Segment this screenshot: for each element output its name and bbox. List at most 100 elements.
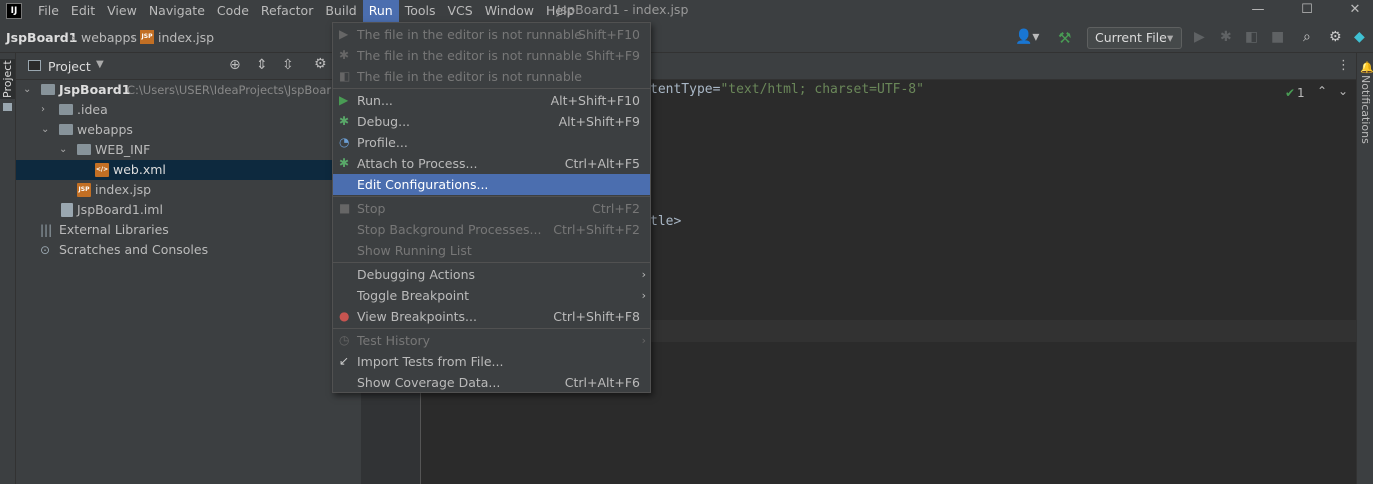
locate-target-icon[interactable]: ⊕: [229, 57, 241, 73]
tree-item-external-libraries[interactable]: ||| External Libraries: [16, 220, 361, 240]
inspection-ok-icon[interactable]: ✔: [1285, 86, 1295, 100]
tree-item-label: index.jsp: [95, 182, 152, 197]
submenu-arrow-icon: ›: [641, 289, 646, 302]
menu-item-import-tests[interactable]: ↙ Import Tests from File...: [333, 351, 650, 372]
menu-separator: [333, 328, 650, 329]
tree-item-label: Scratches and Consoles: [59, 242, 209, 257]
code-with-me-icon[interactable]: ◆: [1354, 29, 1365, 45]
left-tool-strip: Project: [0, 53, 16, 484]
inspection-count: 1: [1297, 86, 1305, 100]
minimize-button[interactable]: —: [1235, 0, 1281, 22]
code-line-content-type: tentType="text/html; charset=UTF-8": [650, 82, 924, 97]
menu-refactor[interactable]: Refactor: [255, 0, 319, 22]
navigation-bar: JspBoard1 › webapps › JSP index.jsp 👤▾ ⚒…: [0, 22, 1373, 53]
close-button[interactable]: ✕: [1332, 0, 1373, 22]
menu-item-toggle-breakpoint[interactable]: Toggle Breakpoint ›: [333, 285, 650, 306]
project-path: C:\Users\USER\IdeaProjects\JspBoar: [127, 83, 332, 97]
folder-icon: [59, 104, 73, 115]
menu-item-stop-background: Stop Background Processes... Ctrl+Shift+…: [357, 222, 640, 237]
notifications-tool-tab[interactable]: Notifications: [1359, 75, 1372, 144]
chevron-down-icon[interactable]: ⌄: [23, 80, 31, 100]
chevron-down-icon[interactable]: ⌄: [41, 120, 49, 140]
breadcrumb-folder[interactable]: webapps: [81, 30, 137, 45]
tree-item-index-jsp[interactable]: JSP index.jsp: [16, 180, 361, 200]
profiler-gauge-icon: ◔: [339, 135, 350, 149]
menu-run[interactable]: Run: [362, 0, 399, 22]
run-configuration-selector[interactable]: Current File ▾: [1087, 27, 1182, 49]
menu-item-attach-process[interactable]: ✱ Attach to Process... Ctrl+Alt+F5: [333, 153, 650, 174]
menu-navigate[interactable]: Navigate: [143, 0, 211, 22]
menu-item-edit-configurations[interactable]: Edit Configurations...: [333, 174, 650, 195]
menu-separator: [333, 196, 650, 197]
folder-icon[interactable]: [3, 103, 12, 111]
build-hammer-icon[interactable]: ⚒: [1058, 29, 1071, 47]
tree-item-web-xml[interactable]: </> web.xml: [16, 160, 361, 180]
tree-item-label: JspBoard1.iml: [77, 202, 163, 217]
tree-item-label: web.xml: [113, 162, 166, 177]
breadcrumb-file[interactable]: index.jsp: [158, 30, 214, 45]
chevron-down-icon[interactable]: ⌄: [1338, 84, 1348, 98]
project-panel-title[interactable]: Project: [48, 59, 91, 74]
tree-item-label: JspBoard1: [59, 82, 131, 97]
breadcrumb-separator-icon: ›: [131, 30, 136, 45]
debug-icon: ✱: [339, 48, 350, 62]
tree-item-scratches[interactable]: ⊙ Scratches and Consoles: [16, 240, 361, 260]
menu-edit[interactable]: Edit: [65, 0, 101, 22]
attach-bug-icon: ✱: [339, 156, 350, 170]
chevron-down-icon[interactable]: ▼: [96, 59, 104, 70]
tree-item-label: webapps: [77, 122, 133, 137]
menu-code[interactable]: Code: [211, 0, 255, 22]
gear-icon[interactable]: ⚙: [314, 56, 327, 72]
menu-separator: [333, 88, 650, 89]
menu-item-run[interactable]: ▶ Run... Alt+Shift+F10: [333, 90, 650, 111]
menu-item-view-breakpoints[interactable]: ● View Breakpoints... Ctrl+Shift+F8: [333, 306, 650, 327]
run-icon[interactable]: ▶: [1194, 29, 1205, 45]
expand-all-icon[interactable]: ⇕: [256, 57, 268, 73]
coverage-icon: ◧: [339, 69, 351, 83]
menu-file[interactable]: File: [32, 0, 65, 22]
user-account-icon[interactable]: 👤▾: [1015, 29, 1039, 45]
menu-view[interactable]: View: [101, 0, 143, 22]
iml-file-icon: [61, 203, 73, 217]
chevron-down-icon: ▾: [1167, 30, 1174, 45]
menu-window[interactable]: Window: [479, 0, 540, 22]
run-icon: ▶: [339, 93, 349, 107]
project-panel-header: Project ▼ ⊕ ⇕ ⇳ ⚙: [16, 53, 361, 80]
menu-tools[interactable]: Tools: [399, 0, 442, 22]
tree-item-project-root[interactable]: ⌄ JspBoard1 C:\Users\USER\IdeaProjects\J…: [16, 80, 361, 100]
intellij-app-icon[interactable]: IJ: [6, 3, 22, 19]
menu-item-debugging-actions[interactable]: Debugging Actions ›: [333, 264, 650, 285]
tree-item-idea[interactable]: › .idea: [16, 100, 361, 120]
menu-vcs[interactable]: VCS: [442, 0, 479, 22]
collapse-all-icon[interactable]: ⇳: [282, 57, 294, 73]
breadcrumb-project[interactable]: JspBoard1: [6, 30, 77, 45]
stop-icon[interactable]: ■: [1271, 29, 1284, 45]
chevron-right-icon[interactable]: ›: [41, 100, 45, 120]
debug-bug-icon: ✱: [339, 114, 350, 128]
search-icon[interactable]: ⌕: [1303, 29, 1311, 45]
tree-item-web-inf[interactable]: ⌄ WEB_INF: [16, 140, 361, 160]
submenu-arrow-icon: ›: [641, 268, 646, 281]
tree-item-webapps[interactable]: ⌄ webapps: [16, 120, 361, 140]
gear-icon[interactable]: ⚙: [1329, 29, 1342, 45]
menu-build[interactable]: Build: [319, 0, 362, 22]
menu-item-debug[interactable]: ✱ Debug... Alt+Shift+F9: [333, 111, 650, 132]
project-panel: Project ▼ ⊕ ⇕ ⇳ ⚙ ⌄ JspBoard1 C:\Users\U…: [16, 53, 361, 484]
coverage-icon[interactable]: ◧: [1245, 29, 1258, 45]
submenu-arrow-icon: ›: [641, 334, 646, 347]
menu-item-profile[interactable]: ◔ Profile...: [333, 132, 650, 153]
tree-item-iml[interactable]: JspBoard1.iml: [16, 200, 361, 220]
menu-item-show-coverage[interactable]: Show Coverage Data... Ctrl+Alt+F6: [333, 372, 650, 393]
breadcrumb-separator-icon: ›: [71, 30, 76, 45]
more-options-icon[interactable]: ⋮: [1337, 58, 1350, 73]
menu-item-coverage-current: ◧ The file in the editor is not runnable: [333, 66, 650, 87]
jsp-file-icon: JSP: [140, 30, 154, 44]
maximize-button[interactable]: ☐: [1284, 0, 1330, 22]
run-configuration-label: Current File: [1095, 30, 1167, 45]
chevron-down-icon[interactable]: ⌄: [59, 140, 67, 160]
bell-icon[interactable]: 🔔: [1360, 61, 1373, 74]
project-tool-tab[interactable]: Project: [0, 59, 15, 99]
folder-icon: [77, 144, 91, 155]
chevron-up-icon[interactable]: ⌃: [1317, 84, 1327, 98]
debug-icon[interactable]: ✱: [1220, 29, 1232, 45]
